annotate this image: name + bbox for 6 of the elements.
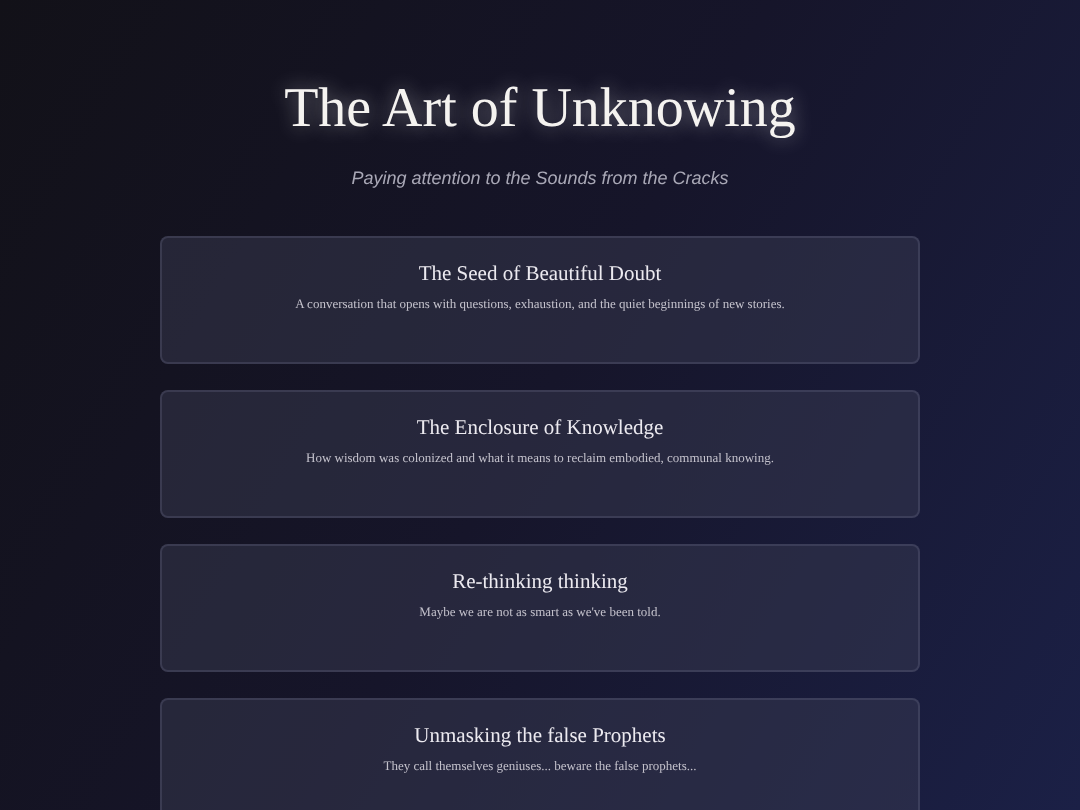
page-title: The Art of Unknowing [284, 76, 796, 144]
page-subtitle: Paying attention to the Sounds from the Cracks [351, 168, 729, 188]
card-title: Unmasking the false Prophets [414, 726, 666, 748]
card-title: Re-thinking thinking [452, 572, 628, 594]
card-title: The Enclosure of Knowledge [416, 418, 664, 440]
card-title: The Seed of Beautiful Doubt [418, 264, 662, 286]
